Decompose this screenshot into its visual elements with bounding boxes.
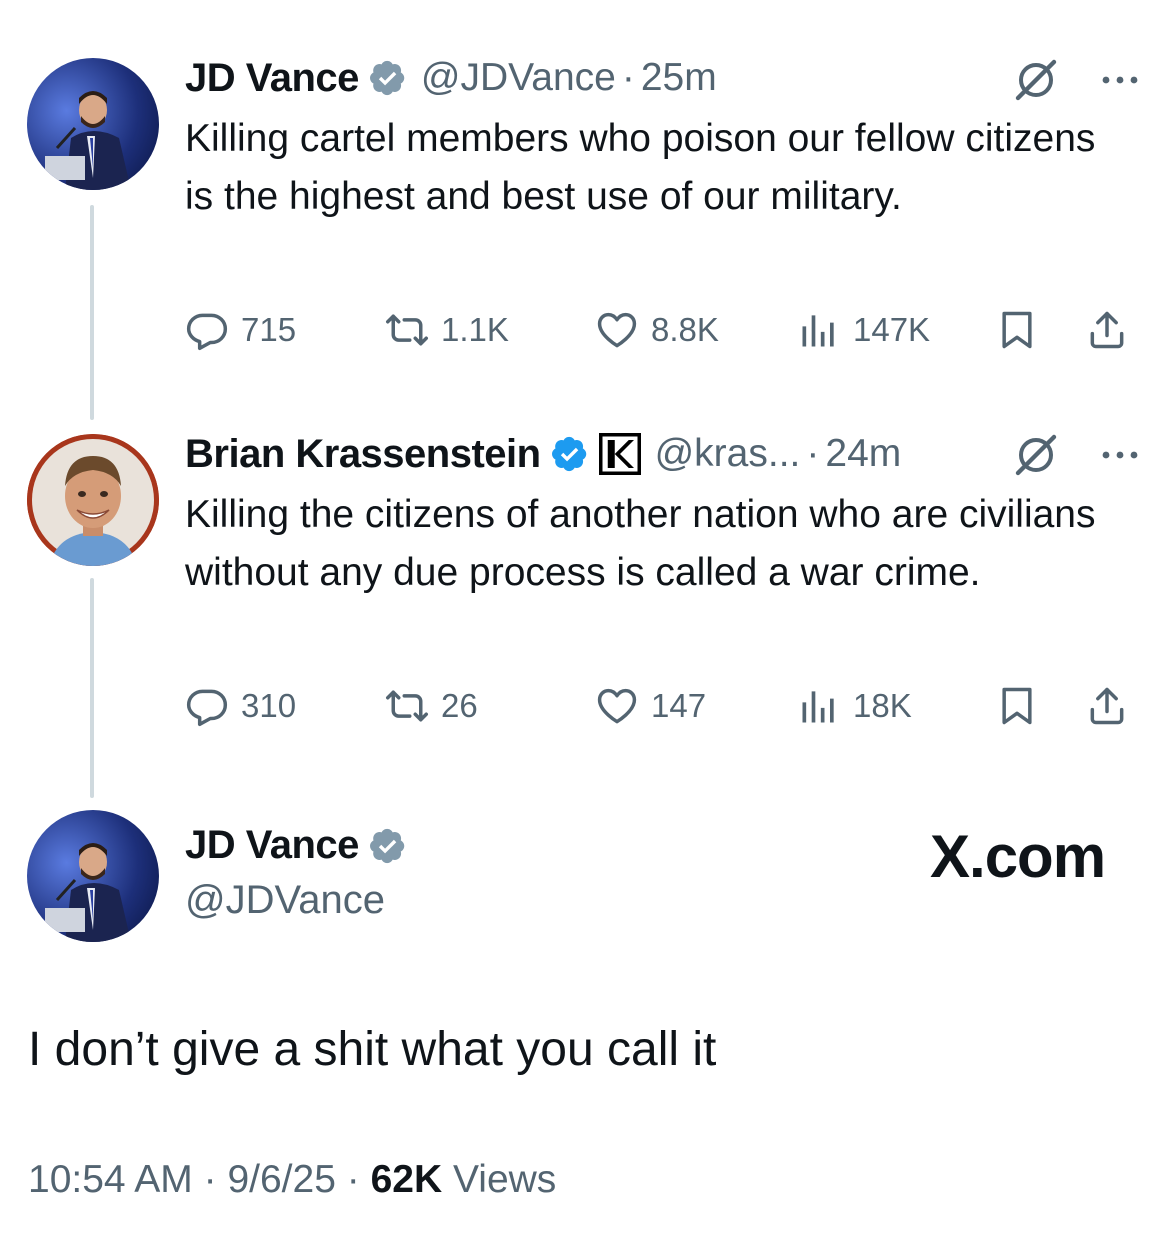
- reply-count: 310: [241, 687, 297, 724]
- views-button[interactable]: 18K: [797, 678, 912, 734]
- reply-meta: 10:54 AM · 9/6/25 · 62K Views: [28, 1158, 556, 1202]
- avatar-jd-vance[interactable]: [27, 810, 159, 942]
- tweet1-top-actions: [1012, 55, 1144, 105]
- tweet1-name[interactable]: JD Vance: [185, 56, 359, 101]
- share-button[interactable]: [1085, 302, 1129, 358]
- tweet2-name[interactable]: Brian Krassenstein: [185, 432, 541, 477]
- bookmark-button[interactable]: [995, 678, 1039, 734]
- tweet2-top-actions: [1012, 430, 1144, 480]
- tweet2-text: Killing the citizens of another nation w…: [185, 493, 1096, 594]
- reply-date[interactable]: 9/6/25: [227, 1158, 335, 1201]
- reply-button[interactable]: 310: [185, 678, 296, 734]
- separator: ·: [806, 432, 820, 475]
- reply-icon: [185, 308, 229, 352]
- reply-views-count: 62K: [370, 1158, 443, 1201]
- k-affiliate-badge-icon: [598, 433, 641, 475]
- repost-count: 1.1K: [441, 311, 509, 348]
- repost-count: 26: [441, 687, 478, 724]
- separator: ·: [346, 1158, 360, 1201]
- reply-views-label: Views: [452, 1158, 557, 1201]
- share-icon: [1085, 308, 1129, 352]
- avatar-brian-krassenstein[interactable]: [27, 434, 159, 566]
- tweet2-actions: 310 26 147 18K: [185, 678, 1140, 734]
- reply-count: 715: [241, 311, 297, 348]
- repost-icon: [385, 308, 429, 352]
- bookmark-icon: [995, 684, 1039, 728]
- share-icon: [1085, 684, 1129, 728]
- reply-time[interactable]: 10:54 AM: [28, 1158, 193, 1201]
- brand-watermark: X.com: [930, 823, 1106, 890]
- separator: ·: [203, 1158, 217, 1201]
- thread-line: [90, 205, 94, 420]
- bookmark-button[interactable]: [995, 302, 1039, 358]
- views-icon: [797, 684, 841, 728]
- reply-handle[interactable]: @JDVance: [185, 878, 385, 923]
- repost-button[interactable]: 26: [385, 678, 478, 734]
- reply-name[interactable]: JD Vance: [185, 823, 359, 868]
- tweet1-actions: 715 1.1K 8.8K 147K: [185, 302, 1140, 358]
- tweet1-time[interactable]: 25m: [641, 56, 717, 100]
- tweet1-text: Killing cartel members who poison our fe…: [185, 117, 1096, 218]
- separator: ·: [621, 56, 635, 99]
- more-icon[interactable]: [1096, 431, 1144, 479]
- like-count: 8.8K: [651, 311, 719, 348]
- views-icon: [797, 308, 841, 352]
- reply-icon: [185, 684, 229, 728]
- verified-badge-icon: [369, 827, 407, 865]
- tweet2-handle[interactable]: @kras...: [655, 432, 801, 476]
- like-button[interactable]: 147: [595, 678, 706, 734]
- like-count: 147: [651, 687, 707, 724]
- more-icon[interactable]: [1096, 56, 1144, 104]
- views-button[interactable]: 147K: [797, 302, 930, 358]
- tweet2-header: Brian Krassenstein @kras... · 24m: [185, 429, 901, 479]
- views-count: 147K: [853, 311, 931, 348]
- repost-button[interactable]: 1.1K: [385, 302, 509, 358]
- views-count: 18K: [853, 687, 912, 724]
- avatar-jd-vance[interactable]: [27, 58, 159, 190]
- like-button[interactable]: 8.8K: [595, 302, 719, 358]
- tweet1-handle[interactable]: @JDVance: [421, 56, 616, 100]
- repost-icon: [385, 684, 429, 728]
- verified-badge-icon: [369, 59, 407, 97]
- verified-badge-icon: [551, 435, 589, 473]
- bookmark-icon: [995, 308, 1039, 352]
- heart-icon: [595, 308, 639, 352]
- heart-icon: [595, 684, 639, 728]
- reply-author: JD Vance: [185, 823, 407, 868]
- grok-icon[interactable]: [1012, 431, 1060, 479]
- reply-text: I don’t give a shit what you call it: [28, 1023, 717, 1076]
- reply-button[interactable]: 715: [185, 302, 296, 358]
- tweet2-time[interactable]: 24m: [825, 432, 901, 476]
- grok-icon[interactable]: [1012, 56, 1060, 104]
- tweet1-header: JD Vance @JDVance · 25m: [185, 53, 717, 103]
- share-button[interactable]: [1085, 678, 1129, 734]
- thread-line: [90, 578, 94, 798]
